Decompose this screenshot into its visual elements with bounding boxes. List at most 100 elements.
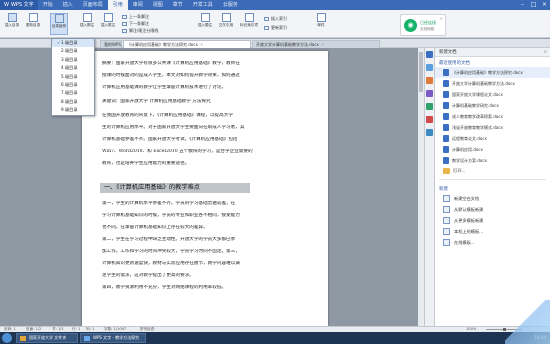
wps-logo-icon: W [4,2,9,8]
cross-reference-button[interactable]: 交叉引用 [217,13,235,35]
recent-file-name: 远程教育论文.docx [452,136,487,141]
next-footnote-button[interactable]: 下一条脚注 [122,21,149,27]
app-menu-button[interactable]: W WPS 文字 [0,0,38,10]
insert-index-label: 插入索引 [271,16,287,21]
tab-close-icon[interactable]: × [321,42,324,47]
style-icon[interactable] [426,64,433,71]
recent-file-item[interactable]: 成人教育教学改革探索.docx [435,111,550,122]
document-page[interactable]: 摘要：国家开放大学有很多公共课《计算机应用基础》教学，教师在 授课的时候面对的是… [82,51,328,326]
share-icon[interactable] [426,116,433,123]
open-file-button[interactable]: 打开... [435,166,550,176]
tab-close-icon[interactable]: × [200,42,203,47]
paragraph-line: 足学生的需求，这对教学提出了更高的要求。 [102,273,194,278]
wifi-popup[interactable]: ◉ 已经连接 无线网络 × [400,14,446,36]
tab-my-wps[interactable]: 我的WPS [100,40,122,48]
new-blank-document-item[interactable]: 新建空白文档 [435,193,550,204]
menu-developer[interactable]: 开发工具 [188,0,218,10]
local-templates-item[interactable]: 本机上的模板... [435,226,550,237]
menu-review[interactable]: 审阅 [128,0,148,10]
recent-file-item[interactable]: 远程教育论文.docx [435,133,550,144]
refresh-icon [28,13,38,22]
paragraph-line: 关键词：国家开放大学 计算机应用基础教学 方法探究 [102,99,211,104]
insert-index-button[interactable]: 插入索引 [264,16,287,22]
new-section-title: 新建 [439,187,448,192]
menu-insert[interactable]: 插入 [58,0,78,10]
cross-reference-icon [221,13,231,22]
recent-file-name: 计算机基础教学研究.docx [452,103,499,108]
recent-file-item[interactable]: 开放大学计算机基础教学方法.docx [435,78,550,89]
recent-file-item[interactable]: 国家开放大学课程论文.docx [435,89,550,100]
menu-cloud[interactable]: 云服务 [218,0,243,10]
paragraph-line: 第一，学生的计算机水平参差不齐。学员的学习基础普遍较差，在 [102,201,236,206]
blank-doc-icon [443,195,450,202]
insert-endnote-button[interactable]: 插入尾注 [99,13,117,35]
insert-toc-button[interactable]: 插入目录 [3,13,21,35]
template-icon [443,206,450,213]
paragraph-line: Win7、Word2010、和 Excel2010 五个模块的学习，是合乎企业需… [102,149,253,154]
select-icon[interactable] [426,77,433,84]
wifi-subtitle: 无线网络 [420,27,435,31]
menu-home[interactable]: 开始 [38,0,58,10]
paragraph-line: 也不同，在掌握计算机基础知识上存在较大的差异。 [102,225,208,230]
new-from-default-template-item[interactable]: 从默认模板新建 [435,204,550,215]
minimize-icon[interactable]: – [517,0,528,10]
scrollbar-thumb[interactable] [419,52,423,92]
mail-merge-button[interactable]: 邮件 [312,13,330,35]
prev-footnote-button[interactable]: 上一条脚注 [122,14,149,20]
word-file-icon [443,69,449,76]
menu-section[interactable]: 章节 [168,0,188,10]
close-icon[interactable]: × [539,0,550,10]
mark-index-button[interactable]: 标记索引项 [238,13,260,35]
update-toc-label: 更新目录 [25,23,41,27]
dropdown-item-level-6[interactable]: 6 级目录 [52,81,94,89]
recent-file-item[interactable]: 计算机应用.docx [435,144,550,155]
dropdown-item-level-4[interactable]: 4 级目录 [52,64,94,72]
help-icon[interactable] [426,129,433,136]
pane-close-icon[interactable]: × [543,48,547,57]
window-controls: – □ × [517,0,550,10]
taskbar-folder-button[interactable]: 国家开放大学 文件夹 [16,333,78,343]
recent-file-item[interactable]: 浅谈开放教育教学模式.docx [435,122,550,133]
toc-level-button[interactable]: 目录级别 [50,13,68,35]
dropdown-item-level-7[interactable]: 7 级目录 [52,89,94,97]
recent-file-item[interactable]: 计算机基础教学研究.docx [435,100,550,111]
recent-file-item[interactable]: 《计算机应用基础》教学方法探究.docx [435,67,550,78]
dropdown-item-level-8[interactable]: 8 级目录 [52,98,94,106]
insert-footnote-button[interactable]: 插入脚注 [78,13,96,35]
dropdown-item-level-5[interactable]: 5 级目录 [52,73,94,81]
recent-file-name: 《计算机应用基础》教学方法探究.docx [452,70,523,75]
dropdown-item-label: 7 级目录 [61,90,78,96]
menu-page-layout[interactable]: 页面布局 [78,0,108,10]
update-toc-button[interactable]: 更新目录 [24,13,42,35]
property-icon[interactable] [426,90,433,97]
footnote-separator-button[interactable]: 脚注/尾注分隔线 [122,28,158,34]
dropdown-item-level-2[interactable]: 2 级目录 [52,47,94,55]
dropdown-item-level-1[interactable]: ✓1 级目录 [52,39,94,48]
new-item-label: 从更多模板新建 [454,218,484,223]
menu-references[interactable]: 引用 [107,0,128,10]
start-button[interactable] [2,333,12,343]
online-templates-item[interactable]: 在线模板... [435,237,550,248]
tab-active-document[interactable]: 《计算机应用基础》教学方法探究.docx × [123,40,251,48]
word-file-icon [443,80,449,87]
menu-view[interactable]: 视图 [148,0,168,10]
dropdown-item-level-3[interactable]: 3 级目录 [52,56,94,64]
wifi-close-icon[interactable]: × [440,16,443,21]
wps-icon [84,336,90,341]
maximize-icon[interactable]: □ [528,0,539,10]
word-file-icon [443,113,449,120]
backup-icon[interactable] [426,103,433,110]
dropdown-item-level-9[interactable]: 9 级目录 [52,106,94,114]
tab-second-document[interactable]: 开放大学计算机基础教学方法.docx × [252,40,380,48]
taskbar-wps-button[interactable]: WPS 文字 - 教学方法探究 [80,333,146,343]
online-template-icon [443,239,450,246]
paragraph-line: 加工作，工作和学习的时间冲突较大，学员学习时间不固定。第三， [102,249,240,254]
new-from-more-templates-item[interactable]: 从更多模板新建 [435,215,550,226]
new-document-icon[interactable] [426,51,433,58]
insert-caption-label: 插入题注 [197,23,213,27]
update-index-button[interactable]: 更新索引 [264,25,287,31]
dropdown-item-label: 8 级目录 [61,98,78,104]
recent-file-name: 教学设计方案.docx [452,158,487,163]
recent-file-item[interactable]: 教学设计方案.docx [435,155,550,166]
insert-caption-button[interactable]: 插入题注 [196,13,214,35]
